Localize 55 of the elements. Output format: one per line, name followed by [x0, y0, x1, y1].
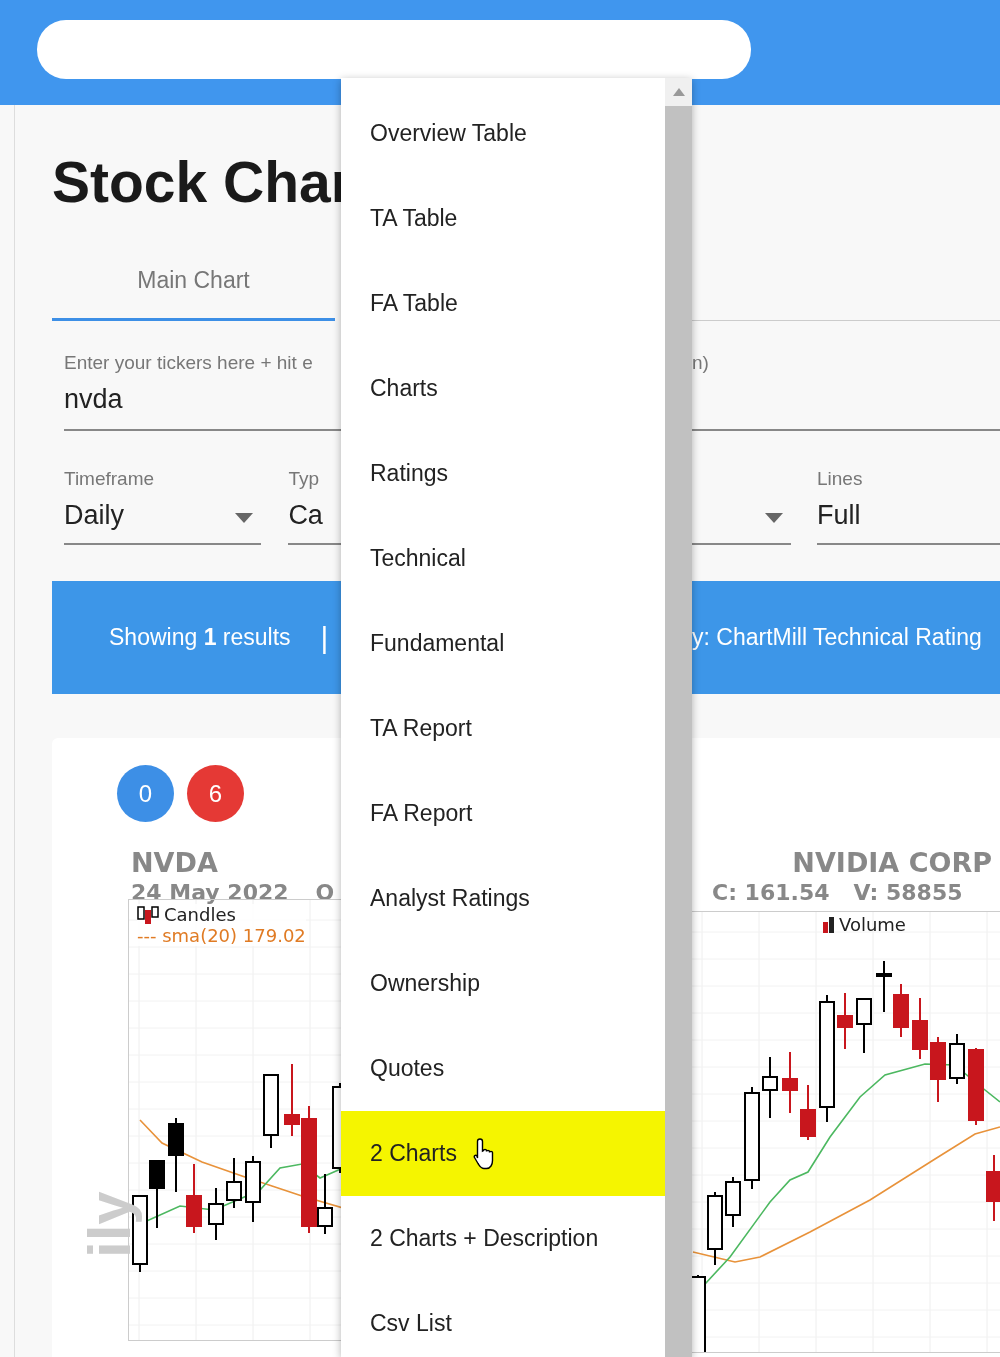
- menu-item[interactable]: Quotes: [341, 1026, 665, 1111]
- candle: [186, 1163, 202, 1234]
- menu-item[interactable]: Fundamental: [341, 601, 665, 686]
- candle: [762, 1056, 778, 1119]
- legend-label: Candles: [164, 904, 236, 925]
- menu-item[interactable]: TA Table: [341, 176, 665, 261]
- volume-legend-icon: [822, 915, 836, 934]
- candle: [725, 1176, 741, 1228]
- legend-label: --- sma(20) 179.02: [137, 925, 306, 946]
- results-count: Showing 1 results: [109, 624, 291, 651]
- menu-item[interactable]: FA Report: [341, 771, 665, 856]
- menu-item[interactable]: Charts: [341, 346, 665, 431]
- candle: [245, 1155, 261, 1223]
- candle: [930, 1036, 946, 1103]
- menu-item[interactable]: TA Report: [341, 686, 665, 771]
- select-field[interactable]: Lines Full: [817, 467, 1000, 545]
- tab[interactable]: Main Chart: [52, 243, 335, 321]
- legend-label: Volume: [839, 914, 906, 935]
- candle: [208, 1187, 224, 1241]
- menu-item[interactable]: 2 Charts + Description: [341, 1196, 665, 1281]
- chart-symbol: NVDA: [131, 848, 219, 878]
- menu-item[interactable]: Csv List: [341, 1281, 665, 1357]
- chart-open: O: [315, 879, 335, 907]
- menu-item[interactable]: Ownership: [341, 941, 665, 1026]
- menu-item[interactable]: Analyst Ratings: [341, 856, 665, 941]
- candle: [782, 1051, 798, 1114]
- sort-label: y: ChartMill Technical Rating: [692, 624, 982, 651]
- scroll-up-icon[interactable]: [672, 88, 685, 96]
- chart-value: V: 58855: [853, 879, 963, 907]
- select-field[interactable]: Timeframe Daily: [64, 467, 262, 545]
- watermark-text: ily: [80, 1191, 140, 1258]
- menu-item[interactable]: 2 Charts: [341, 1111, 665, 1196]
- search-field[interactable]: [37, 20, 751, 79]
- scrollbar[interactable]: [665, 78, 692, 1357]
- count-badge: 6: [187, 765, 244, 822]
- candle: [893, 983, 909, 1038]
- candle: [837, 992, 853, 1050]
- candle: [986, 1154, 1000, 1222]
- chart-value: C: 161.54: [712, 879, 830, 907]
- dropdown-caret-icon: [765, 513, 783, 523]
- candle: [226, 1157, 242, 1209]
- count-badge: 0: [117, 765, 174, 822]
- menu-item[interactable]: Technical: [341, 516, 665, 601]
- candle: [876, 960, 892, 1013]
- candle: [149, 1160, 165, 1229]
- candle: [912, 997, 928, 1060]
- company-name: NVIDIA CORP: [791, 848, 993, 878]
- candle: [856, 998, 872, 1054]
- menu-item[interactable]: Overview Table: [341, 91, 665, 176]
- candle: [949, 1033, 965, 1085]
- menu-item[interactable]: Ratings: [341, 431, 665, 516]
- candle: [800, 1084, 816, 1141]
- menu-item[interactable]: FA Table: [341, 261, 665, 346]
- dropdown-caret-icon: [235, 513, 254, 523]
- separator: |: [320, 620, 329, 655]
